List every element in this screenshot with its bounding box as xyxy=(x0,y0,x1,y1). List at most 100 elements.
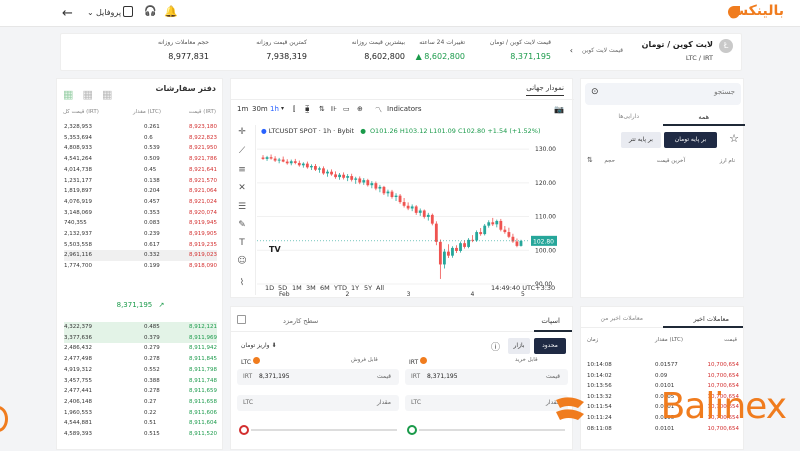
orderbook-row[interactable]: 2,477,498 0.278 8,911,845 xyxy=(64,354,217,365)
ruler-icon[interactable]: ⌇ xyxy=(235,278,249,288)
orderbook-row[interactable]: 4,919,312 0.552 8,911,798 xyxy=(64,365,217,376)
buy-price-field[interactable]: IRT 8,371,195 قیمت xyxy=(405,369,568,385)
buy-amount-field[interactable]: LTC مقدار xyxy=(405,395,568,411)
orderbook-row[interactable]: 4,544,881 0.51 8,911,604 xyxy=(64,418,217,429)
candle-style-icon[interactable]: ⧯ xyxy=(305,105,309,114)
orderbook-row[interactable]: 2,961,116 0.332 8,919,023 xyxy=(64,250,217,261)
orderbook-row[interactable]: 4,076,919 0.457 8,921,024 xyxy=(64,197,217,208)
orderbook-row[interactable]: 2,406,148 0.27 8,911,658 xyxy=(64,397,217,408)
view-asks-icon[interactable]: ▦ xyxy=(102,88,112,102)
range-1y[interactable]: 1Y xyxy=(351,284,359,292)
tab-my-trades[interactable]: معاملات اخیر من xyxy=(601,315,643,322)
range-ytd[interactable]: YTD xyxy=(334,284,347,292)
orderbook-row[interactable]: 740,355 0.083 8,919,945 xyxy=(64,218,217,229)
base-tether-button[interactable]: بر پایه تتر xyxy=(621,132,661,148)
orderbook-row[interactable]: 1,960,553 0.22 8,911,606 xyxy=(64,408,217,419)
range-3m[interactable]: 3M xyxy=(306,284,316,292)
trendline-icon[interactable]: ⟋ xyxy=(235,146,249,156)
horizontal-lines-icon[interactable]: ≡ xyxy=(235,165,249,175)
range-5y[interactable]: 5Y xyxy=(364,284,372,292)
orderbook-row[interactable]: 2,328,953 0.261 8,923,180 xyxy=(64,122,217,133)
sell-slider[interactable] xyxy=(239,425,397,435)
range-all[interactable]: All xyxy=(376,284,384,292)
pair-link[interactable]: قیمت لایت کوین xyxy=(582,47,623,54)
orderbook-row[interactable]: 4,322,379 0.485 8,912,121 xyxy=(64,322,217,333)
chart-type-icon[interactable]: ⊪ xyxy=(331,105,337,113)
orderbook-row[interactable]: 2,132,937 0.239 8,919,905 xyxy=(64,229,217,240)
sell-price-value[interactable]: 8,371,195 xyxy=(259,369,290,385)
tab-all[interactable]: همه xyxy=(698,113,709,121)
fee-box-icon[interactable] xyxy=(237,315,246,324)
buy-price-value[interactable]: 8,371,195 xyxy=(427,369,458,385)
chevron-down-icon[interactable]: ⌄ xyxy=(87,8,94,17)
tab-fee-level[interactable]: سطح کارمزد xyxy=(283,317,318,325)
candle-body xyxy=(442,251,446,265)
chart-tab[interactable]: نمودار جهانی xyxy=(526,84,564,96)
tab-assets[interactable]: دارایی‌ها xyxy=(618,113,639,120)
candle-body xyxy=(354,178,358,180)
back-arrow-icon[interactable]: ← xyxy=(62,6,73,21)
indicators-button[interactable]: Indicators xyxy=(387,105,422,113)
camera-icon[interactable]: 📷 xyxy=(554,105,564,114)
view-bids-icon[interactable]: ▦ xyxy=(83,88,93,102)
pattern-icon[interactable]: ✕ xyxy=(235,183,249,193)
settings-icon[interactable]: ▭ xyxy=(343,105,350,113)
buy-slider-knob[interactable] xyxy=(407,425,417,435)
orderbook-row[interactable]: 2,477,441 0.278 8,911,659 xyxy=(64,386,217,397)
view-both-icon[interactable]: ▦ xyxy=(63,88,73,102)
market-button[interactable]: بازار xyxy=(508,338,530,354)
orderbook-row[interactable]: 3,148,069 0.353 8,920,074 xyxy=(64,208,217,219)
buy-slider[interactable] xyxy=(407,425,565,435)
orderbook-row[interactable]: 4,014,738 0.45 8,921,641 xyxy=(64,165,217,176)
add-indicator-icon[interactable]: ⊕ xyxy=(357,105,363,113)
range-1d[interactable]: 1D xyxy=(265,284,274,292)
user-icon[interactable] xyxy=(123,6,133,17)
star-icon[interactable]: ☆ xyxy=(729,132,739,145)
deposit-toman[interactable]: واریز تومان ⬇ xyxy=(241,342,277,349)
orderbook-row[interactable]: 4,589,393 0.515 8,911,520 xyxy=(64,429,217,440)
range-1m[interactable]: 1M xyxy=(292,284,302,292)
search-input[interactable] xyxy=(615,88,735,96)
market-search[interactable]: ⊙ xyxy=(585,83,741,105)
brush-icon[interactable]: ✎ xyxy=(235,220,249,230)
headphones-icon[interactable]: 🎧 xyxy=(144,6,156,17)
base-toman-button[interactable]: بر پایه تومان xyxy=(664,132,717,148)
orderbook-row[interactable]: 4,808,933 0.539 8,921,950 xyxy=(64,143,217,154)
chevron-down-icon[interactable]: ▾ xyxy=(281,105,284,112)
interval-30m[interactable]: 30m xyxy=(252,105,268,113)
interval-1m[interactable]: 1m xyxy=(237,105,248,113)
crosshair-icon[interactable]: ✛ xyxy=(235,127,249,137)
indicators-icon[interactable]: 〽 xyxy=(375,105,382,115)
info-icon[interactable]: ⓘ xyxy=(491,340,500,353)
download-icon[interactable]: ⬇ xyxy=(272,342,277,349)
orderbook-row[interactable]: 1,819,897 0.204 8,921,064 xyxy=(64,186,217,197)
orderbook-row[interactable]: 4,541,264 0.509 8,921,786 xyxy=(64,154,217,165)
orderbook-price-cell: 8,919,235 xyxy=(189,241,217,248)
tab-recent-trades[interactable]: معاملات اخیر xyxy=(693,315,729,323)
range-5d[interactable]: 5D xyxy=(278,284,287,292)
interval-1h[interactable]: 1h xyxy=(270,105,279,113)
user-label[interactable]: پروفایل xyxy=(96,8,121,17)
range-6m[interactable]: 6M xyxy=(320,284,330,292)
sort-icon[interactable]: ⇅ xyxy=(587,156,593,164)
sell-slider-knob[interactable] xyxy=(239,425,249,435)
orderbook-row[interactable]: 1,774,700 0.199 8,918,090 xyxy=(64,261,217,272)
compare-icon[interactable]: ⇅ xyxy=(319,105,325,113)
orderbook-row[interactable]: 1,231,177 0.138 8,921,570 xyxy=(64,176,217,187)
search-icon[interactable]: ⊙ xyxy=(591,87,599,97)
limit-button[interactable]: محدود xyxy=(534,338,566,354)
tab-spot[interactable]: اسپات xyxy=(541,317,560,325)
bar-style-icon[interactable]: ⫿ xyxy=(293,105,295,114)
orderbook-row[interactable]: 5,503,558 0.617 8,919,235 xyxy=(64,240,217,251)
orderbook-row[interactable]: 5,353,694 0.6 8,922,823 xyxy=(64,133,217,144)
sell-price-field[interactable]: IRT 8,371,195 قیمت xyxy=(237,369,399,385)
text-tool-icon[interactable]: T xyxy=(235,238,249,248)
emoji-icon[interactable]: ☺ xyxy=(235,256,249,266)
fib-icon[interactable]: ☰ xyxy=(235,202,249,212)
orderbook-row[interactable]: 3,377,636 0.379 8,911,969 xyxy=(64,332,217,344)
orderbook-row[interactable]: 3,457,755 0.388 8,911,748 xyxy=(64,376,217,387)
orderbook-row[interactable]: 2,486,432 0.279 8,911,942 xyxy=(64,343,217,354)
sell-amount-field[interactable]: LTC مقدار xyxy=(237,395,399,411)
bell-icon[interactable]: 🔔 xyxy=(164,5,178,18)
chevron-left-icon[interactable]: ‹ xyxy=(570,46,573,55)
